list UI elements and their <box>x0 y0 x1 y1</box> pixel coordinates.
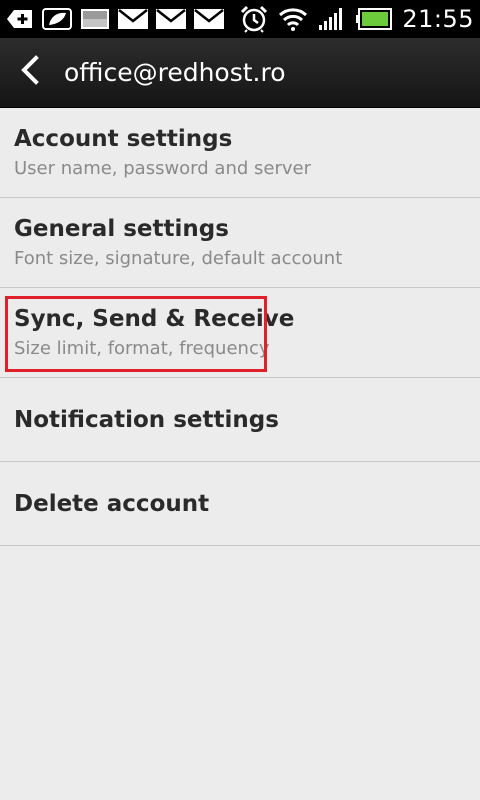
item-title: Delete account <box>14 490 210 517</box>
clock: 21:55 <box>402 5 474 33</box>
leaf-icon <box>42 8 72 30</box>
signal-icon <box>318 7 346 31</box>
back-button[interactable] <box>0 38 60 108</box>
item-title: Notification settings <box>14 406 279 433</box>
notification-settings-item[interactable]: Notification settings <box>0 378 480 462</box>
settings-list: Account settings User name, password and… <box>0 108 480 546</box>
add-notification-icon <box>6 8 34 30</box>
wifi-icon <box>278 7 308 31</box>
account-settings-item[interactable]: Account settings User name, password and… <box>0 108 480 198</box>
alarm-icon <box>240 5 268 33</box>
system-icons: 21:55 <box>240 5 474 33</box>
page-title: office@redhost.ro <box>64 58 286 87</box>
item-subtitle: Size limit, format, frequency <box>14 338 270 359</box>
item-title: General settings <box>14 216 229 242</box>
delete-account-item[interactable]: Delete account <box>0 462 480 546</box>
action-bar: office@redhost.ro <box>0 38 480 108</box>
notification-icons <box>6 8 224 30</box>
item-title: Sync, Send & Receive <box>14 306 295 332</box>
general-settings-item[interactable]: General settings Font size, signature, d… <box>0 198 480 288</box>
chevron-left-icon <box>19 55 41 90</box>
item-title: Account settings <box>14 126 233 152</box>
item-subtitle: Font size, signature, default account <box>14 248 343 269</box>
mail-icon <box>118 9 148 29</box>
status-bar: 21:55 <box>0 0 480 38</box>
gallery-icon <box>80 8 110 30</box>
mail-icon <box>194 9 224 29</box>
battery-icon <box>356 8 393 30</box>
item-subtitle: User name, password and server <box>14 158 311 179</box>
sync-send-receive-item[interactable]: Sync, Send & Receive Size limit, format,… <box>0 288 480 378</box>
mail-icon <box>156 9 186 29</box>
